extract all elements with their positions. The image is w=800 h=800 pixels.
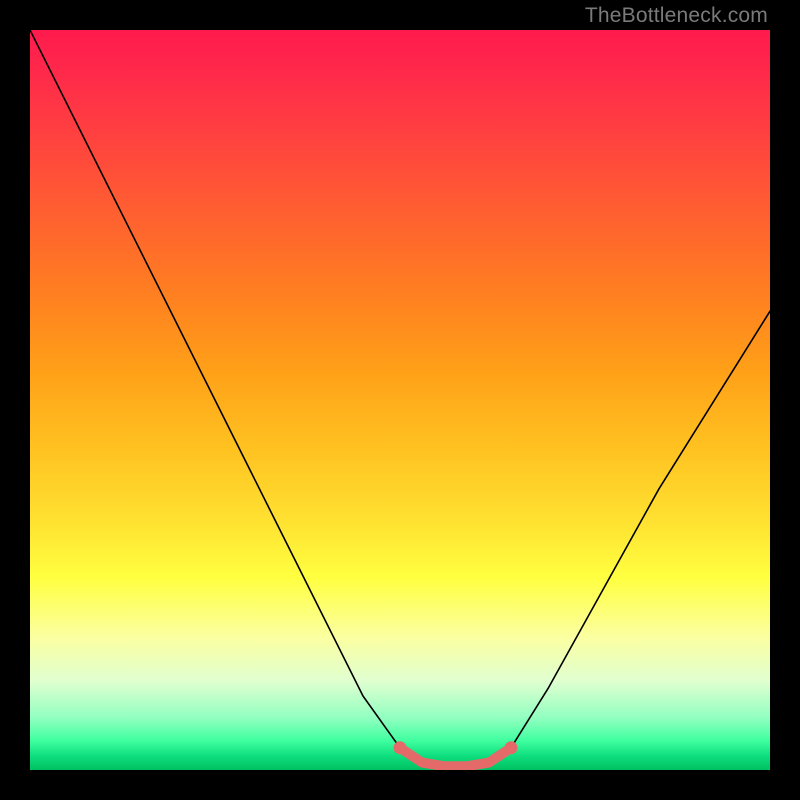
plot-area <box>30 30 770 770</box>
curve-layer <box>30 30 770 770</box>
optimal-band <box>400 748 511 767</box>
optimal-band-dot-left <box>394 741 407 754</box>
optimal-band-dot-right <box>505 741 518 754</box>
watermark-text: TheBottleneck.com <box>585 4 768 28</box>
bottleneck-curve <box>30 30 770 766</box>
chart-frame: TheBottleneck.com <box>0 0 800 800</box>
